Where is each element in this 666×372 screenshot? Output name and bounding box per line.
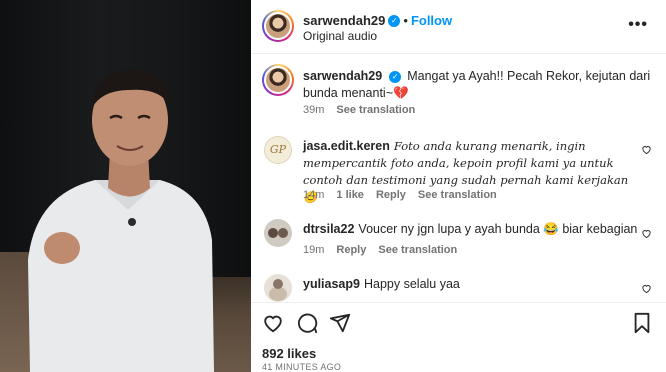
bookmark-icon[interactable] [632,312,652,334]
reply-button[interactable]: Reply [336,244,366,256]
comment-avatar[interactable] [264,274,292,302]
comment-avatar[interactable] [264,219,292,247]
audio-label[interactable]: Original audio [303,29,377,43]
comment-avatar[interactable]: GP [264,136,292,164]
heart-icon[interactable] [262,312,284,334]
comment-time[interactable]: 19m [303,244,324,256]
author-avatar[interactable] [262,10,294,42]
heart-icon[interactable] [641,144,652,155]
comment-username[interactable]: yuliasap9 [303,277,360,291]
post-media[interactable] [0,0,251,372]
comment-time[interactable]: 14m [303,189,324,201]
caption-avatar[interactable] [262,64,294,96]
caption-meta: 39m See translation [303,104,427,116]
verified-badge-icon: ✓ [389,70,402,83]
comment-username[interactable]: dtrsila22 [303,222,354,236]
caption: sarwendah29 ✓ Mangat ya Ayah!! Pecah Rekor… [303,68,653,102]
comment-text: Happy selalu yaa [363,277,460,291]
see-translation-link[interactable]: See translation [378,244,457,256]
likes-count[interactable]: 892 likes [262,346,316,361]
separator-dot: • [403,13,408,28]
header-divider [251,53,666,54]
comment-text: Voucer ny jgn lupa y ayah bunda 😂 biar k… [358,222,638,236]
actions-divider [251,302,666,303]
follow-button[interactable]: Follow [411,13,452,28]
caption-time[interactable]: 39m [303,104,324,116]
comment-meta: 14m 1 like Reply See translation [303,189,509,201]
author-username[interactable]: sarwendah29 [303,13,385,28]
comment-icon[interactable] [296,312,318,334]
see-translation-link[interactable]: See translation [336,104,415,116]
see-translation-link[interactable]: See translation [418,189,497,201]
caption-username[interactable]: sarwendah29 [303,69,382,83]
media-person [28,70,214,372]
verified-badge-icon: ✓ [388,14,401,27]
comment: dtrsila22 Voucer ny jgn lupa y ayah bunda… [303,221,643,238]
post-timestamp[interactable]: 41 MINUTES AGO [262,362,341,372]
heart-icon[interactable] [641,283,652,294]
comment: yuliasap9 Happy selalu yaa [303,276,633,293]
post-header: sarwendah29 ✓ • Follow [303,12,452,30]
more-options-icon[interactable]: ••• [628,16,648,34]
reply-button[interactable]: Reply [376,189,406,201]
comment-likes[interactable]: 1 like [336,189,364,201]
heart-icon[interactable] [641,228,652,239]
post-panel: sarwendah29 ✓ • Follow Original audio ••• s… [251,0,666,372]
comment-meta: 19m Reply See translation [303,244,469,256]
comment-username[interactable]: jasa.edit.keren [303,139,390,153]
share-icon[interactable] [329,312,351,334]
